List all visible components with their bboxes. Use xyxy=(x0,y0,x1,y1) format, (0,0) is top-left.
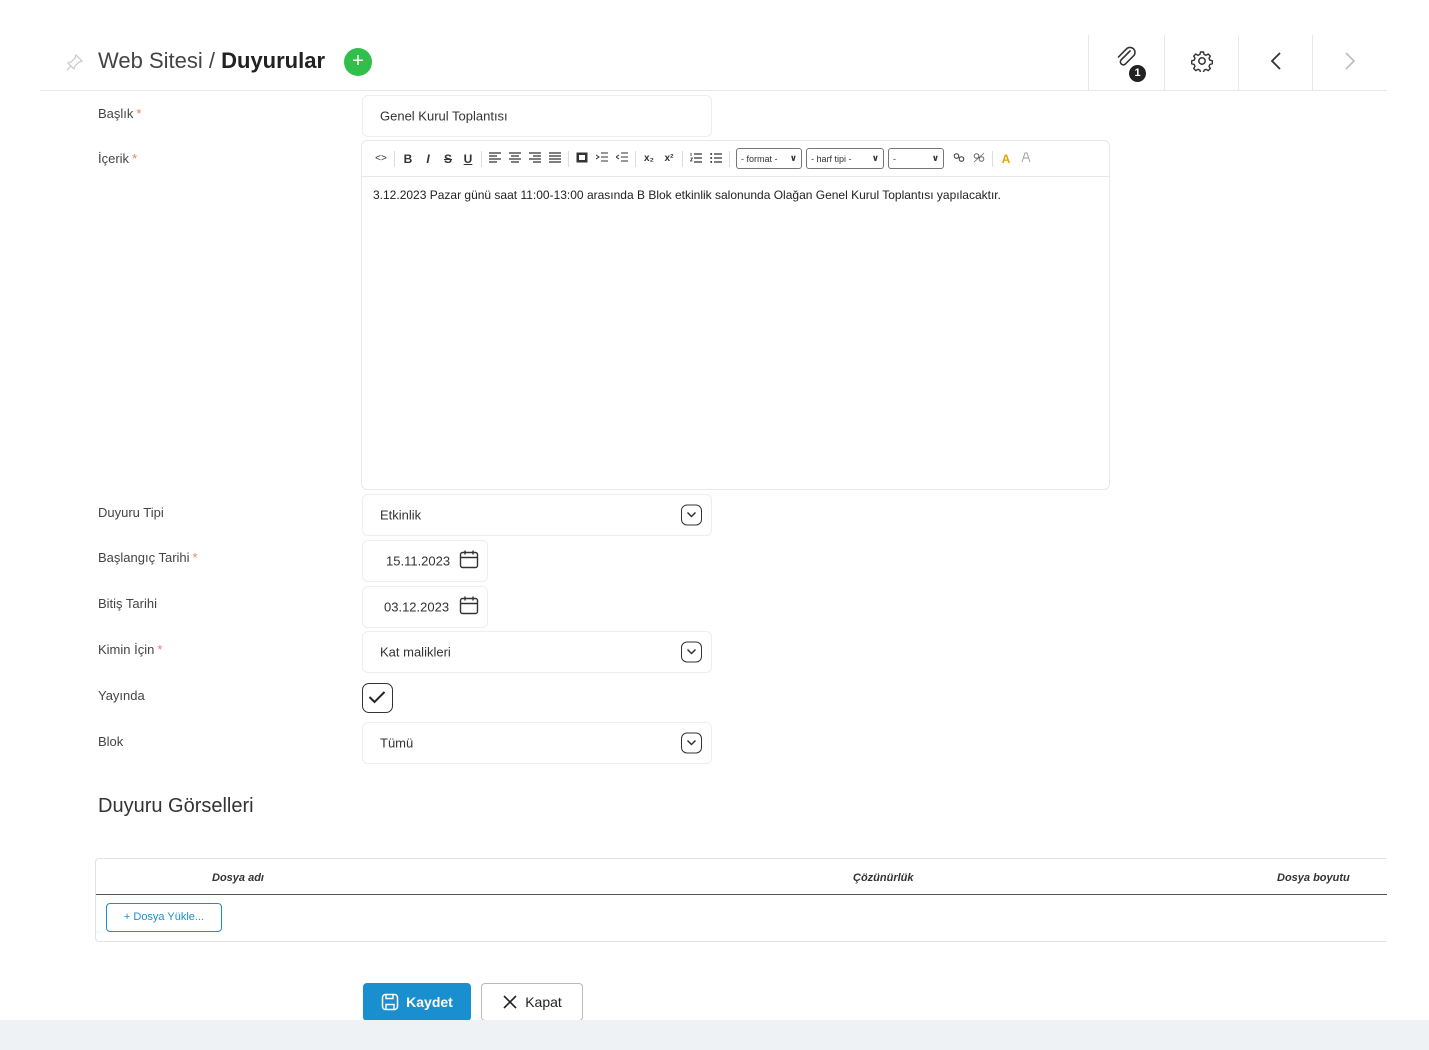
audience-select[interactable]: Kat malikleri xyxy=(362,631,712,673)
column-file-size[interactable]: Dosya boyutu xyxy=(1277,872,1350,884)
plus-icon: + xyxy=(352,50,364,72)
chevron-down-icon xyxy=(681,504,702,526)
image-icon[interactable] xyxy=(575,152,589,166)
attachment-count-badge: 1 xyxy=(1129,65,1146,82)
start-date-input[interactable]: 15.11.2023 xyxy=(362,540,488,582)
add-announcement-button[interactable]: + xyxy=(344,48,372,76)
superscript-button[interactable]: x² xyxy=(662,153,676,164)
source-code-button[interactable]: <> xyxy=(374,153,388,164)
strikethrough-button[interactable]: S xyxy=(441,152,455,166)
block-label: Blok xyxy=(98,734,124,749)
block-select[interactable]: Tümü xyxy=(362,722,712,764)
bold-button[interactable]: B xyxy=(401,152,415,166)
section-title: Duyuru Görselleri xyxy=(98,795,254,817)
underline-button[interactable]: U xyxy=(461,152,475,166)
end-date-input[interactable]: 03.12.2023 xyxy=(362,586,488,628)
title-input[interactable]: Genel Kurul Toplantısı xyxy=(362,95,712,137)
editor-content[interactable]: 3.12.2023 Pazar günü saat 11:00-13:00 ar… xyxy=(373,188,1001,202)
save-button[interactable]: Kaydet xyxy=(363,983,471,1021)
published-label: Yayında xyxy=(98,688,145,703)
editor-toolbar: <> B I S U x₂ x² - format - ∨ - harf tip… xyxy=(362,141,1109,177)
breadcrumb-root[interactable]: Web Sitesi xyxy=(98,48,203,73)
unlink-icon[interactable] xyxy=(972,152,986,166)
chevron-down-icon xyxy=(681,641,702,663)
align-left-icon[interactable] xyxy=(488,151,502,166)
end-date-label: Bitiş Tarihi xyxy=(98,596,158,611)
pin-icon[interactable] xyxy=(66,53,84,71)
upload-file-button[interactable]: + Dosya Yükle... xyxy=(106,903,222,932)
page: Web Sitesi / Duyurular + 1 Başlık * Gene… xyxy=(0,0,1429,1021)
align-center-icon[interactable] xyxy=(508,151,522,166)
page-title: Web Sitesi / Duyurular xyxy=(98,48,325,74)
indent-icon[interactable] xyxy=(595,152,609,166)
font-select[interactable]: - harf tipi - ∨ xyxy=(806,148,884,169)
images-grid: Dosya adı Çözünürlük Dosya boyutu + Dosy… xyxy=(95,858,1387,942)
grid-header: Dosya adı Çözünürlük Dosya boyutu xyxy=(96,859,1387,895)
type-label: Duyuru Tipi xyxy=(98,505,164,520)
italic-button[interactable]: I xyxy=(421,152,435,166)
bullet-list-icon[interactable] xyxy=(709,152,723,166)
title-label: Başlık * xyxy=(98,106,142,121)
rich-text-editor[interactable]: <> B I S U x₂ x² - format - ∨ - harf tip… xyxy=(361,140,1110,490)
calendar-icon[interactable] xyxy=(459,550,479,573)
start-date-label: Başlangıç Tarihi * xyxy=(98,550,198,565)
column-resolution[interactable]: Çözünürlük xyxy=(853,872,914,884)
ordered-list-icon[interactable] xyxy=(689,152,703,166)
subscript-button[interactable]: x₂ xyxy=(642,153,656,164)
content-label: İçerik * xyxy=(98,151,138,166)
text-color-icon[interactable]: A xyxy=(999,152,1013,166)
next-button[interactable] xyxy=(1312,35,1387,91)
published-checkbox[interactable] xyxy=(362,683,393,713)
size-select[interactable]: - ∨ xyxy=(888,148,944,169)
link-icon[interactable] xyxy=(952,152,966,166)
top-bar: Web Sitesi / Duyurular + 1 xyxy=(40,35,1387,91)
chevron-down-icon xyxy=(681,732,702,754)
calendar-icon[interactable] xyxy=(459,596,479,619)
align-right-icon[interactable] xyxy=(528,151,542,166)
remove-format-icon[interactable] xyxy=(1019,152,1033,166)
outdent-icon[interactable] xyxy=(615,152,629,166)
close-icon xyxy=(502,994,518,1010)
audience-label: Kimin İçin * xyxy=(98,642,163,657)
attachments-button[interactable]: 1 xyxy=(1088,35,1164,91)
close-button[interactable]: Kapat xyxy=(481,983,583,1021)
settings-button[interactable] xyxy=(1164,35,1238,91)
column-file-name[interactable]: Dosya adı xyxy=(212,872,264,884)
chevron-left-icon xyxy=(1270,51,1282,76)
save-icon xyxy=(381,993,399,1011)
type-select[interactable]: Etkinlik xyxy=(362,494,712,536)
breadcrumb-separator: / xyxy=(208,48,215,73)
previous-button[interactable] xyxy=(1238,35,1312,91)
gear-icon xyxy=(1190,50,1213,77)
align-justify-icon[interactable] xyxy=(548,151,562,166)
chevron-right-icon xyxy=(1344,51,1356,76)
format-select[interactable]: - format - ∨ xyxy=(736,148,802,169)
page-footer-background xyxy=(0,1020,1429,1050)
breadcrumb-current: Duyurular xyxy=(221,48,326,73)
